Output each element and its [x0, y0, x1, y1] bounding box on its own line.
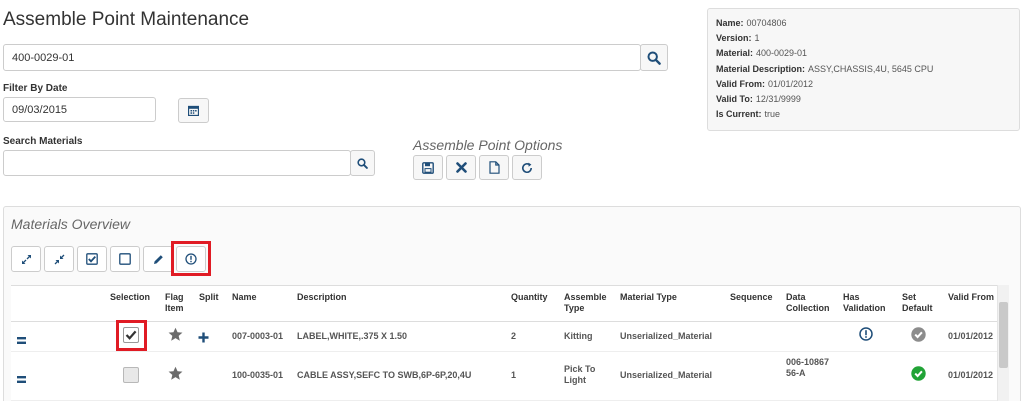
- row-description: CABLE ASSY,SEFC TO SWB,6P-6P,20,4U: [297, 370, 472, 380]
- material-search-input[interactable]: [3, 44, 641, 71]
- row-material-type: Unserialized_Material: [620, 370, 713, 380]
- info-row-material: Material: 400-0029-01: [716, 48, 808, 59]
- row-name: 100-0035-01: [232, 370, 284, 380]
- checkbox-empty-icon: [119, 253, 131, 265]
- close-icon: [455, 162, 467, 173]
- expand-button[interactable]: [11, 246, 41, 272]
- flag-item-star[interactable]: [168, 327, 183, 347]
- pencil-icon: [153, 254, 163, 264]
- expand-icon: [21, 254, 31, 264]
- checkmark-icon: [125, 330, 137, 340]
- search-icon: [357, 157, 368, 169]
- column-header-material-type[interactable]: Material Type: [620, 292, 677, 303]
- collapse-row-icon[interactable]: [17, 332, 26, 344]
- plus-icon: [198, 332, 209, 343]
- info-row-valid-from: Valid From: 01/01/2012: [716, 78, 814, 89]
- assemble-point-options-title: Assemble Point Options: [413, 137, 563, 153]
- compress-icon: [54, 254, 64, 264]
- save-button[interactable]: [413, 155, 443, 180]
- row-valid-from: 01/01/2012: [948, 331, 994, 341]
- column-header-selection[interactable]: Selection: [110, 292, 150, 303]
- column-header-sequence[interactable]: Sequence: [730, 292, 773, 303]
- page-title: Assemble Point Maintenance: [3, 9, 250, 30]
- refresh-icon: [522, 162, 533, 173]
- row-valid-from: 01/01/2012: [948, 370, 994, 380]
- row-data-collection: 006-1086756-A: [786, 357, 830, 378]
- set-default-toggle[interactable]: [911, 327, 926, 347]
- column-header-data-collection[interactable]: Data Collection: [786, 292, 830, 314]
- info-row-is-current: Is Current: true: [716, 109, 781, 120]
- column-header-set-default[interactable]: Set Default: [902, 292, 942, 314]
- row-selection-checkbox[interactable]: [123, 367, 139, 383]
- star-icon: [168, 327, 183, 341]
- new-document-button[interactable]: [479, 155, 509, 180]
- exclamation-circle-icon: [185, 253, 197, 265]
- check-circle-icon: [911, 366, 926, 381]
- info-row-valid-to: Valid To: 12/31/9999: [716, 94, 801, 105]
- table-row: [11, 322, 997, 352]
- row-material-type: Unserialized_Material: [620, 331, 713, 341]
- column-header-assemble-type[interactable]: Assemble Type: [564, 292, 612, 314]
- collapse-button[interactable]: [44, 246, 74, 272]
- cancel-button[interactable]: [446, 155, 476, 180]
- row-quantity: 2: [511, 331, 517, 341]
- column-header-flag-item[interactable]: Flag Item: [165, 292, 193, 314]
- calendar-icon: [188, 105, 199, 116]
- material-info-panel: Name: 00704806 Version: 1 Material: 400-002…: [707, 8, 1020, 131]
- row-name: 007-0003-01: [232, 331, 284, 341]
- split-button[interactable]: [198, 330, 209, 348]
- search-materials-button[interactable]: [350, 150, 375, 176]
- select-all-button[interactable]: [77, 246, 107, 272]
- column-header-description[interactable]: Description: [297, 292, 347, 303]
- calendar-button[interactable]: [178, 98, 209, 123]
- filter-date-input[interactable]: [3, 97, 156, 122]
- column-header-split[interactable]: Split: [199, 292, 219, 303]
- info-row-name: Name: 00704806: [716, 18, 787, 28]
- column-header-has-validation[interactable]: Has Validation: [843, 292, 891, 314]
- star-icon: [168, 366, 183, 380]
- search-materials-label: Search Materials: [3, 136, 83, 147]
- materials-overview-title: Materials Overview: [11, 216, 131, 232]
- row-description: LABEL,WHITE,.375 X 1.50: [297, 331, 408, 341]
- exclamation-circle-icon: [859, 327, 873, 341]
- edit-button[interactable]: [143, 246, 173, 272]
- info-row-version: Version: 1: [716, 33, 760, 44]
- info-row-material-description: Material Description: ASSY,CHASSIS,4U, 56…: [716, 63, 934, 74]
- deselect-all-button[interactable]: [110, 246, 140, 272]
- flag-item-star[interactable]: [168, 366, 183, 386]
- table-scrollbar-thumb[interactable]: [999, 302, 1008, 368]
- filter-date-label: Filter By Date: [3, 83, 68, 94]
- row-assemble-type: Pick To Light: [564, 364, 596, 385]
- row-selection-checkbox[interactable]: [123, 327, 139, 343]
- column-header-quantity[interactable]: Quantity: [511, 292, 548, 303]
- refresh-button[interactable]: [512, 155, 542, 180]
- search-icon: [647, 51, 661, 65]
- validate-button[interactable]: [176, 246, 206, 272]
- save-icon: [422, 161, 434, 174]
- set-default-toggle[interactable]: [911, 366, 926, 386]
- column-header-name[interactable]: Name: [232, 292, 257, 303]
- row-quantity: 1: [511, 370, 517, 380]
- row-assemble-type: Kitting: [564, 331, 593, 341]
- column-header-valid-from[interactable]: Valid From: [948, 292, 997, 303]
- search-materials-input[interactable]: [3, 150, 351, 176]
- material-search-button[interactable]: [640, 44, 668, 71]
- document-icon: [488, 161, 500, 174]
- table-row: [11, 352, 997, 401]
- checkbox-checked-icon: [86, 253, 98, 265]
- check-circle-icon: [911, 327, 926, 342]
- has-validation-indicator[interactable]: [859, 327, 873, 346]
- collapse-row-icon[interactable]: [17, 371, 26, 383]
